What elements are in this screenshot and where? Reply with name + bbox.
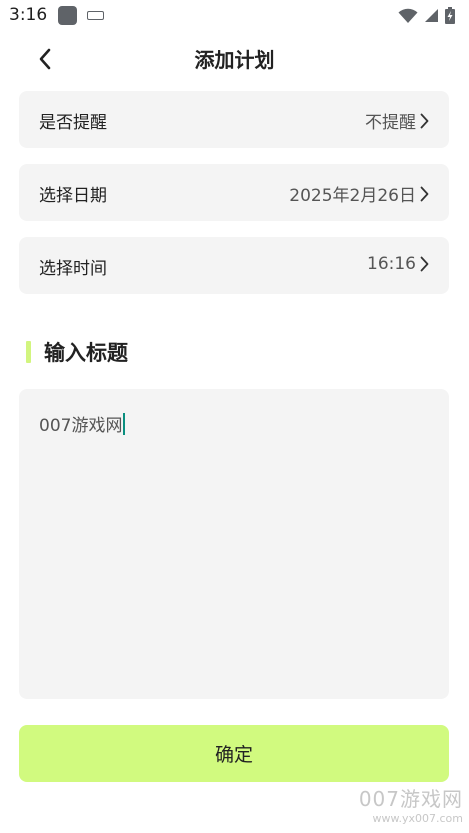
confirm-label: 确定 [214, 744, 253, 766]
reminder-value: 不提醒 [365, 113, 416, 133]
keyboard-icon [87, 11, 104, 20]
page-title: 添加计划 [194, 48, 275, 72]
title-section-heading: 输入标题 [26, 338, 128, 366]
watermark-main: 007游戏网 [358, 787, 463, 811]
title-input[interactable]: 007游戏网 [19, 389, 449, 699]
watermark-url: www.yx007.com [372, 812, 463, 825]
battery-charging-icon [445, 7, 455, 24]
title-input-value: 007游戏网 [39, 416, 123, 436]
date-setting-row[interactable]: 选择日期 2025年2月26日 [19, 164, 449, 221]
header: 添加计划 [0, 32, 469, 84]
app-notification-icon [58, 6, 77, 25]
reminder-label: 是否提醒 [39, 113, 107, 133]
chevron-right-icon [420, 186, 429, 201]
text-cursor [123, 413, 126, 435]
date-value: 2025年2月26日 [289, 186, 416, 206]
add-plan-screen: 3:16 添加计划 是否提醒 不提醒 选择日期 2025年2月26日 选择时间 … [0, 0, 469, 833]
status-bar: 3:16 [0, 0, 469, 32]
watermark: 007游戏网 www.yx007.com [359, 783, 463, 825]
time-label: 选择时间 [39, 259, 107, 279]
confirm-button[interactable]: 确定 [19, 725, 449, 782]
time-setting-row[interactable]: 选择时间 16:16 [19, 237, 449, 294]
reminder-setting-row[interactable]: 是否提醒 不提醒 [19, 91, 449, 148]
accent-bar [26, 341, 31, 363]
wifi-icon [398, 8, 418, 23]
cellular-signal-icon [425, 9, 438, 22]
status-time: 3:16 [9, 5, 48, 25]
date-value-wrap: 2025年2月26日 [289, 181, 429, 206]
reminder-value-wrap: 不提醒 [365, 108, 429, 133]
time-value: 16:16 [367, 254, 416, 274]
section-title: 输入标题 [44, 341, 128, 365]
chevron-right-icon [420, 113, 429, 128]
status-indicators [398, 7, 455, 24]
date-label: 选择日期 [39, 186, 107, 206]
time-value-wrap: 16:16 [367, 254, 429, 274]
chevron-right-icon [420, 256, 429, 272]
